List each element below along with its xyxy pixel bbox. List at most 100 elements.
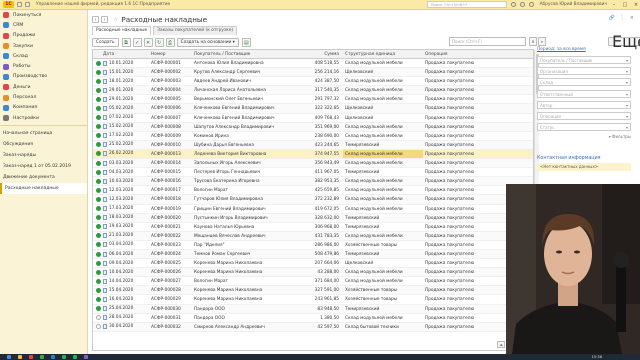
table-row[interactable]: 10.04.2020 АСФР-000026 Коренева Марина Ник… bbox=[93, 268, 533, 278]
table-row[interactable]: 25.04.2020 АСФР-000030 Пандора ООО 83 948,5… bbox=[93, 304, 533, 314]
list-search-input[interactable]: Поиск (Ctrl+F) bbox=[449, 37, 526, 46]
table-row[interactable]: 03.03.2020 АСФР-000014 Запольных Игорь Але… bbox=[93, 159, 533, 169]
period-link[interactable]: Период: за все время bbox=[537, 47, 631, 53]
sidebar-item[interactable]: Деньги bbox=[0, 82, 87, 92]
table-row[interactable]: 25.02.2020 АСФР-000010 Шубина Дарья Евгень… bbox=[93, 140, 533, 150]
table-row[interactable]: 12.03.2020 АСФР-000017 Вологин Марат 425 65… bbox=[93, 186, 533, 196]
bell-icon[interactable] bbox=[510, 2, 516, 7]
table-row[interactable]: 26.02.2020 АСФР-000013 Леденева Виктория В… bbox=[93, 149, 533, 160]
column-header-sum[interactable]: Сумма bbox=[292, 50, 343, 58]
skype-icon[interactable] bbox=[51, 355, 55, 359]
table-row[interactable]: 14.04.2020 АСФР-000027 Вологин Марат 371 68… bbox=[93, 277, 533, 287]
maximize-button[interactable]: □ bbox=[621, 2, 629, 8]
chrome-icon[interactable] bbox=[40, 355, 44, 359]
sidebar-item[interactable]: Персонал bbox=[0, 92, 87, 102]
document-tab[interactable]: Расходные накладные bbox=[92, 26, 152, 35]
back-arrow-icon[interactable]: ‹ bbox=[92, 15, 99, 23]
column-header-division[interactable]: Структурная единица bbox=[343, 50, 423, 58]
document-tab[interactable]: Заказы покупателей (к отгрузке) bbox=[153, 26, 238, 35]
open-window-item[interactable]: Заказ-наряд 1 от 05.02.2019 bbox=[0, 161, 87, 172]
print-icon[interactable]: ⎙ bbox=[165, 37, 175, 47]
explorer-icon[interactable] bbox=[18, 355, 22, 359]
whatsapp-icon[interactable] bbox=[62, 355, 66, 359]
current-user[interactable]: Абрусов Юрий Владимирович bbox=[540, 2, 607, 7]
minimize-button[interactable]: – bbox=[610, 2, 618, 8]
filter-field[interactable]: Операция bbox=[537, 111, 631, 120]
table-row[interactable]: 15.02.2020 АСФР-000008 Шапутов Александр В… bbox=[93, 122, 533, 132]
table-row[interactable]: 15.01.2020 АСФР-000002 Крутов Александр Се… bbox=[93, 68, 533, 78]
grid-icon[interactable] bbox=[25, 2, 30, 7]
global-search-input[interactable]: Поиск Ctrl+Shift+F bbox=[426, 1, 507, 8]
open-window-item[interactable]: Расходные накладные bbox=[0, 183, 87, 195]
table-row[interactable]: 28.04.2020 АСФР-000031 Пандора ООО 1 380,50… bbox=[93, 314, 533, 323]
table-row[interactable]: 06.04.2020 АСФР-000024 Темнов Роман Сергее… bbox=[93, 249, 533, 260]
spotify-icon[interactable] bbox=[73, 355, 77, 359]
more-button[interactable]: Еще ▾ bbox=[608, 34, 640, 50]
close-button[interactable]: × bbox=[632, 2, 640, 8]
open-window-item[interactable]: Движение документа bbox=[0, 172, 87, 183]
sidebar-item[interactable]: Склад bbox=[0, 51, 87, 61]
star-icon[interactable] bbox=[528, 2, 534, 7]
history-icon[interactable] bbox=[519, 2, 525, 7]
more-icon[interactable]: ⋮ bbox=[620, 15, 625, 21]
column-header-date[interactable]: Дата bbox=[101, 50, 149, 58]
more-filters-link[interactable]: ▾ Фильтры bbox=[537, 134, 631, 139]
table-row[interactable]: 07.02.2020 АСФР-000007 Клеченкова Евгений … bbox=[93, 114, 533, 123]
table-row[interactable]: 12.03.2020 АСФР-000018 Гутчаров Юлия Влади… bbox=[93, 195, 533, 205]
table-row[interactable]: 18.03.2020 АСФР-000020 Пустынкин Игорь Вла… bbox=[93, 213, 533, 223]
sidebar-item[interactable]: CRM bbox=[0, 20, 87, 30]
open-window-item[interactable]: Обсуждения bbox=[0, 139, 87, 150]
column-header-buyer[interactable]: Покупатель / Поставщик bbox=[192, 50, 292, 58]
sidebar-item[interactable]: Настройки bbox=[0, 113, 87, 123]
table-row[interactable]: 21.03.2020 АСФР-000022 Мещанцев Вячеслав А… bbox=[93, 231, 533, 241]
search-clear-icon[interactable]: × bbox=[529, 37, 537, 46]
link-icon[interactable]: 🔗 bbox=[609, 15, 615, 21]
table-row[interactable]: 10.01.2020 АСФР-000001 Антонова Юлия Влади… bbox=[93, 59, 533, 69]
favorite-star-icon[interactable]: ☆ bbox=[113, 16, 118, 23]
sidebar-item[interactable]: Компания bbox=[0, 103, 87, 113]
sidebar-item[interactable]: Закупки bbox=[0, 41, 87, 51]
onec-taskbar-icon[interactable] bbox=[29, 355, 33, 359]
filter-field[interactable]: Автор bbox=[537, 100, 631, 109]
create-based-on-button[interactable]: Создать на основании ▾ bbox=[176, 37, 239, 47]
unpost-icon[interactable]: ✕ bbox=[143, 37, 153, 47]
table-row[interactable]: 19.03.2020 АСФР-000021 Каунова Наталья Юрь… bbox=[93, 223, 533, 232]
copy-icon[interactable]: ⧉ bbox=[121, 37, 131, 47]
column-header-number[interactable]: Номер bbox=[149, 50, 192, 58]
post-icon[interactable]: ✓ bbox=[132, 37, 142, 47]
sidebar-item[interactable]: Продажи bbox=[0, 31, 87, 41]
table-row[interactable]: 04.03.2020 АСФР-000015 Пестерев Игорь Генн… bbox=[93, 168, 533, 178]
filter-field[interactable]: Организация bbox=[537, 67, 631, 76]
table-row[interactable]: 29.01.2020 АСФР-000004 Личанская Лариса Ан… bbox=[93, 86, 533, 96]
report-icon[interactable]: ▤ bbox=[241, 37, 251, 47]
sidebar-item[interactable]: Производство bbox=[0, 72, 87, 82]
table-row[interactable]: 30.04.2020 АСФР-000032 Смирнов Александр А… bbox=[93, 322, 533, 332]
table-row[interactable]: 03.04.2020 АСФР-000023 Пар "Иделия" 286 986… bbox=[93, 241, 533, 250]
refresh-icon[interactable]: ↻ bbox=[154, 37, 164, 47]
table-row[interactable]: 15.04.2020 АСФР-000028 Коренева Марина Ник… bbox=[93, 286, 533, 296]
table-row[interactable]: 09.04.2020 АСФР-000025 Коренева Марина Ник… bbox=[93, 259, 533, 269]
sidebar-item[interactable]: Покинуться bbox=[0, 10, 87, 20]
app-icon[interactable] bbox=[84, 355, 88, 359]
table-row[interactable]: 18.01.2020 АСФР-000003 Авдеев Андрей Ивано… bbox=[93, 77, 533, 87]
table-row[interactable]: 05.02.2020 АСФР-000006 Клеченкова Евгений … bbox=[93, 104, 533, 114]
search-icon[interactable]: ⌕ bbox=[538, 37, 546, 46]
column-header-operation[interactable]: Операция bbox=[423, 50, 519, 58]
filter-field[interactable]: Статус bbox=[537, 123, 631, 132]
open-window-item[interactable]: Начальная страница bbox=[0, 128, 87, 139]
table-row[interactable]: 10.03.2020 АСФР-000016 Трусова Екатерина И… bbox=[93, 177, 533, 187]
table-row[interactable]: 29.01.2020 АСФР-000005 Верьмонский Олег Ев… bbox=[93, 95, 533, 105]
table-row[interactable]: 16.04.2020 АСФР-000029 Коренева Марина Ник… bbox=[93, 295, 533, 305]
forward-arrow-icon[interactable]: › bbox=[101, 15, 108, 23]
first-page-icon[interactable]: ⏶ bbox=[497, 341, 505, 348]
filter-field[interactable]: Склад bbox=[537, 78, 631, 87]
sidebar-item[interactable]: Работы bbox=[0, 61, 87, 71]
table-row[interactable]: 17.03.2020 АСФР-000019 Грищин Евгений Влад… bbox=[93, 205, 533, 214]
filter-field[interactable]: Ответственный bbox=[537, 89, 631, 98]
filter-field[interactable]: Покупатель / Поставщик bbox=[537, 56, 631, 64]
open-window-item[interactable]: Заказ-наряды bbox=[0, 150, 87, 161]
start-icon[interactable] bbox=[7, 355, 11, 359]
form-close-icon[interactable]: × bbox=[630, 15, 634, 21]
menu-icon[interactable] bbox=[17, 2, 22, 7]
create-button[interactable]: Создать bbox=[92, 37, 119, 47]
